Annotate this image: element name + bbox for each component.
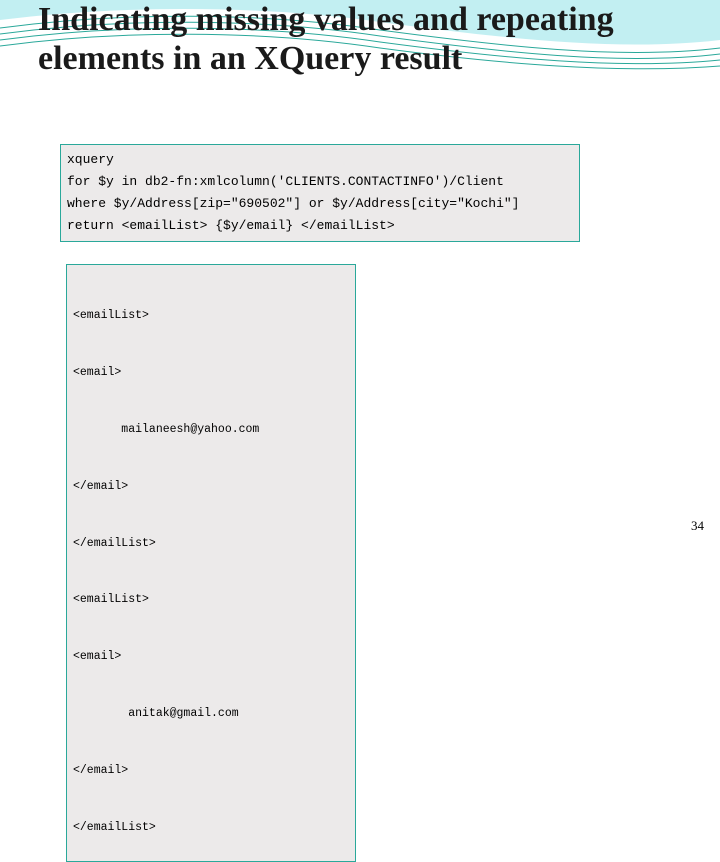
xquery-result-block: <emailList> <email> mailaneesh@yahoo.com…: [66, 264, 356, 862]
result-line: </email>: [73, 478, 349, 497]
result-line: <email>: [73, 364, 349, 383]
code-line: where $y/Address[zip="690502"] or $y/Add…: [67, 193, 573, 215]
xquery-code-block: xquery for $y in db2-fn:xmlcolumn('CLIEN…: [60, 144, 580, 242]
slide-title: Indicating missing values and repeating …: [38, 0, 690, 78]
result-line: mailaneesh@yahoo.com: [73, 421, 349, 440]
page-number: 34: [691, 518, 704, 534]
result-line: <emailList>: [73, 591, 349, 610]
code-line: return <emailList> {$y/email} </emailLis…: [67, 215, 573, 237]
result-line: </emailList>: [73, 819, 349, 838]
result-line: </email>: [73, 762, 349, 781]
result-line: <email>: [73, 648, 349, 667]
code-line: for $y in db2-fn:xmlcolumn('CLIENTS.CONT…: [67, 171, 573, 193]
code-line: xquery: [67, 149, 573, 171]
result-line: <emailList>: [73, 307, 349, 326]
result-line: </emailList>: [73, 535, 349, 554]
result-line: anitak@gmail.com: [73, 705, 349, 724]
